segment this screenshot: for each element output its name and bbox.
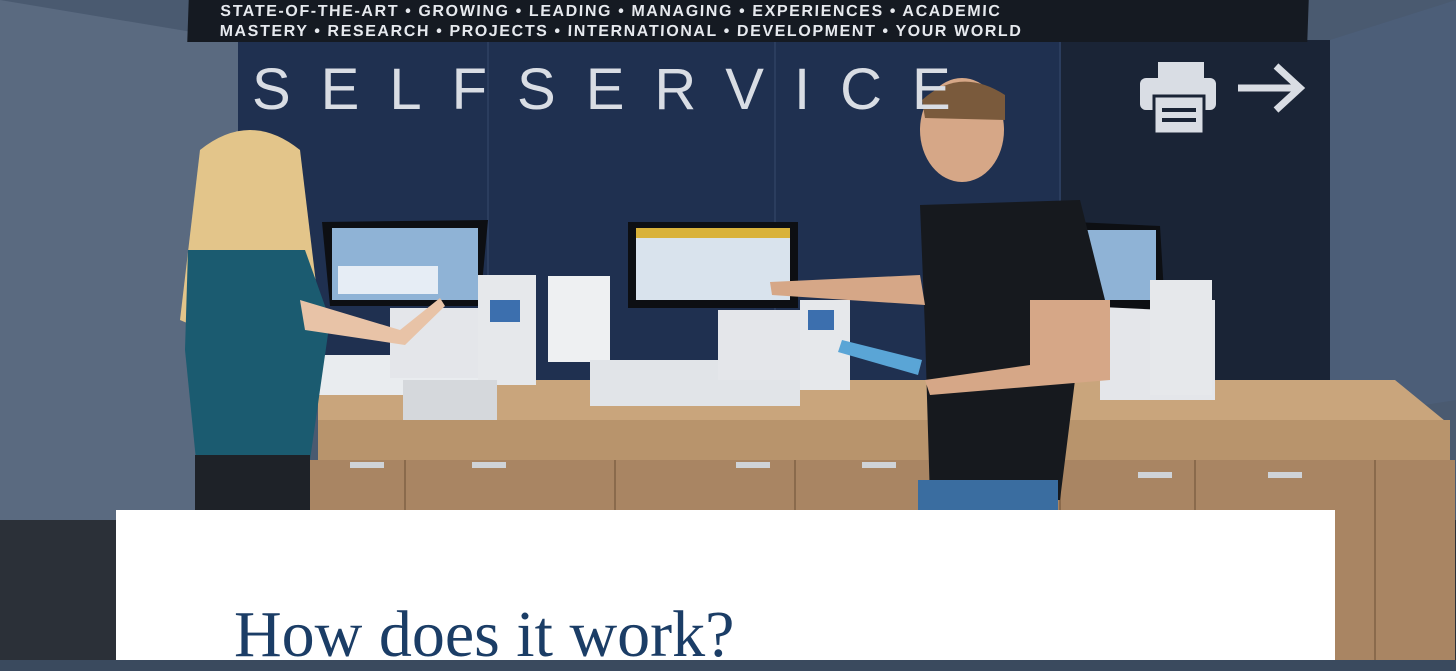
slogan-line-2: MASTERY • RESEARCH • PROJECTS • INTERNAT… bbox=[219, 23, 1023, 40]
top-slogan-banner: STATE-OF-THE-ART • GROWING • LEADING • M… bbox=[187, 0, 1309, 42]
slogan-line-1: STATE-OF-THE-ART • GROWING • LEADING • M… bbox=[220, 3, 1002, 20]
content-card: How does it work? bbox=[116, 510, 1335, 670]
printer-icon bbox=[1140, 62, 1216, 136]
arrow-right-icon bbox=[1238, 63, 1306, 113]
printer-direction-sign bbox=[1140, 62, 1310, 136]
selfservice-sign: SELFSERVICE bbox=[252, 57, 981, 122]
